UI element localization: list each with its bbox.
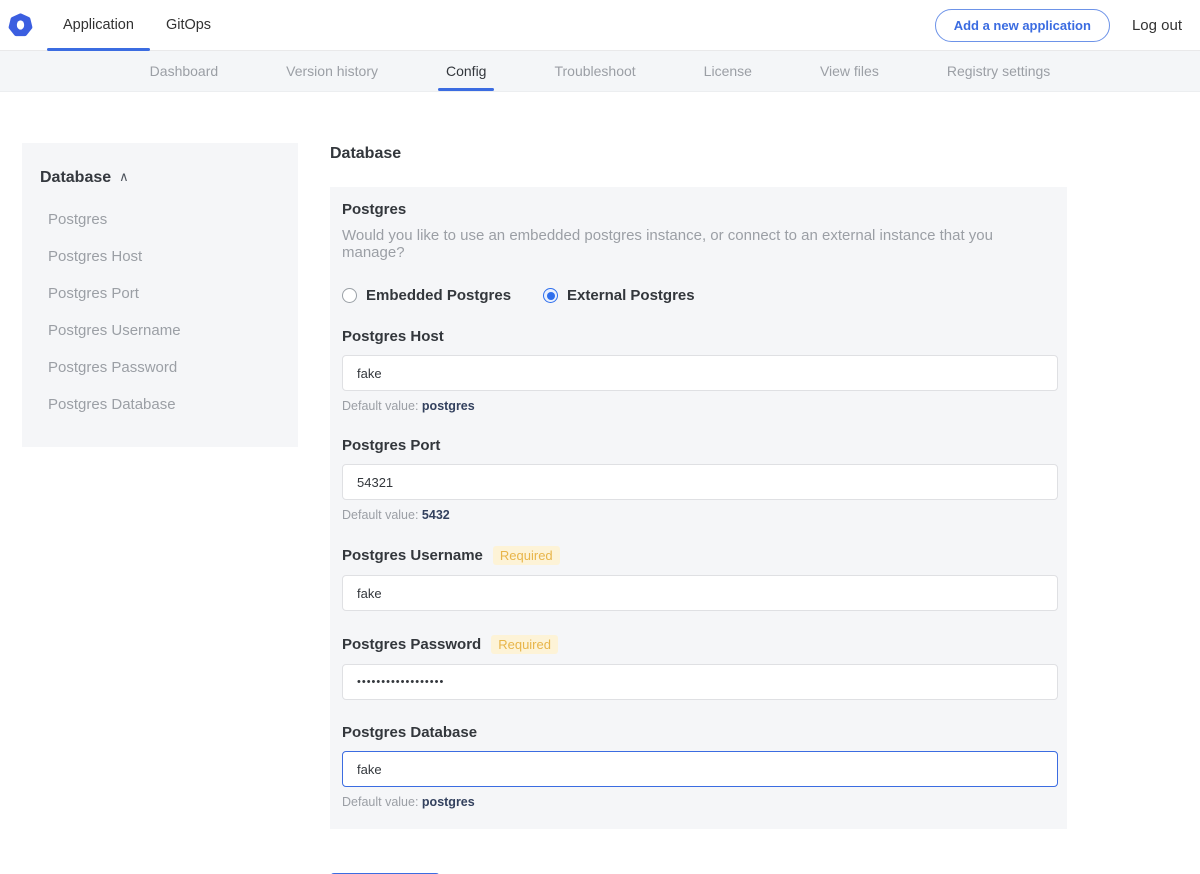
subnav-version-history[interactable]: Version history <box>282 51 382 91</box>
app-subnav: Dashboard Version history Config Trouble… <box>0 51 1200 92</box>
default-prefix: Default value: <box>342 399 418 413</box>
radio-external-label: External Postgres <box>567 287 695 304</box>
sidebar-item-postgres-host[interactable]: Postgres Host <box>40 238 280 275</box>
postgres-port-default: Default value: 5432 <box>342 508 1055 522</box>
postgres-port-label: Postgres Port <box>342 437 1055 454</box>
subnav-registry-settings[interactable]: Registry settings <box>943 51 1054 91</box>
postgres-database-label: Postgres Database <box>342 724 1055 741</box>
postgres-help-text: Would you like to use an embedded postgr… <box>342 227 1055 261</box>
top-header: Application GitOps Add a new application… <box>0 0 1200 51</box>
tab-gitops[interactable]: GitOps <box>150 0 227 50</box>
add-application-button[interactable]: Add a new application <box>935 9 1110 42</box>
required-badge: Required <box>493 546 560 565</box>
radio-checked-icon <box>543 288 558 303</box>
config-group-title: Database <box>330 145 1067 163</box>
postgres-username-label-text: Postgres Username <box>342 547 483 564</box>
radio-embedded-label: Embedded Postgres <box>366 287 511 304</box>
postgres-username-label: Postgres Username Required <box>342 546 1055 565</box>
postgres-port-label-text: Postgres Port <box>342 437 440 454</box>
config-sidebar: Database ∧ Postgres Postgres Host Postgr… <box>22 143 298 447</box>
subnav-config[interactable]: Config <box>442 51 490 91</box>
header-tabs: Application GitOps <box>47 0 227 50</box>
app-logo-icon <box>8 13 33 38</box>
subnav-dashboard[interactable]: Dashboard <box>146 51 223 91</box>
postgres-group-label: Postgres <box>342 201 1055 218</box>
postgres-password-label: Postgres Password Required <box>342 635 1055 654</box>
config-group-panel: Postgres Would you like to use an embedd… <box>330 187 1067 829</box>
subnav-view-files[interactable]: View files <box>816 51 883 91</box>
default-prefix: Default value: <box>342 795 418 809</box>
postgres-database-label-text: Postgres Database <box>342 724 477 741</box>
sidebar-item-postgres[interactable]: Postgres <box>40 201 280 238</box>
sidebar-item-postgres-username[interactable]: Postgres Username <box>40 312 280 349</box>
sidebar-group-database[interactable]: Database ∧ <box>40 169 280 187</box>
postgres-password-input[interactable] <box>342 664 1058 700</box>
postgres-port-input[interactable] <box>342 464 1058 500</box>
subnav-license[interactable]: License <box>700 51 756 91</box>
sidebar-items: Postgres Postgres Host Postgres Port Pos… <box>40 201 280 423</box>
required-badge: Required <box>491 635 558 654</box>
postgres-username-input[interactable] <box>342 575 1058 611</box>
config-main: Database Postgres Would you like to use … <box>330 143 1067 874</box>
chevron-up-icon: ∧ <box>119 169 129 185</box>
tab-application-label: Application <box>63 17 134 33</box>
default-value: postgres <box>422 795 475 809</box>
sidebar-item-postgres-password[interactable]: Postgres Password <box>40 349 280 386</box>
logout-link[interactable]: Log out <box>1132 17 1182 34</box>
page-body: Database ∧ Postgres Postgres Host Postgr… <box>0 92 1200 874</box>
radio-external-postgres[interactable]: External Postgres <box>543 287 695 304</box>
sidebar-group-title: Database <box>40 169 111 187</box>
postgres-host-default: Default value: postgres <box>342 399 1055 413</box>
default-value: postgres <box>422 399 475 413</box>
default-prefix: Default value: <box>342 508 418 522</box>
tab-application[interactable]: Application <box>47 0 150 50</box>
tab-gitops-label: GitOps <box>166 17 211 33</box>
postgres-host-input[interactable] <box>342 355 1058 391</box>
radio-unchecked-icon <box>342 288 357 303</box>
postgres-host-label-text: Postgres Host <box>342 328 444 345</box>
header-right: Add a new application Log out <box>935 0 1200 50</box>
subnav-troubleshoot[interactable]: Troubleshoot <box>550 51 639 91</box>
default-value: 5432 <box>422 508 450 522</box>
app-logo <box>0 0 47 50</box>
radio-embedded-postgres[interactable]: Embedded Postgres <box>342 287 511 304</box>
postgres-host-label: Postgres Host <box>342 328 1055 345</box>
postgres-database-input[interactable] <box>342 751 1058 787</box>
sidebar-item-postgres-database[interactable]: Postgres Database <box>40 386 280 423</box>
postgres-password-label-text: Postgres Password <box>342 636 481 653</box>
sidebar-item-postgres-port[interactable]: Postgres Port <box>40 275 280 312</box>
postgres-mode-radio-group: Embedded Postgres External Postgres <box>342 287 1055 304</box>
postgres-database-default: Default value: postgres <box>342 795 1055 809</box>
